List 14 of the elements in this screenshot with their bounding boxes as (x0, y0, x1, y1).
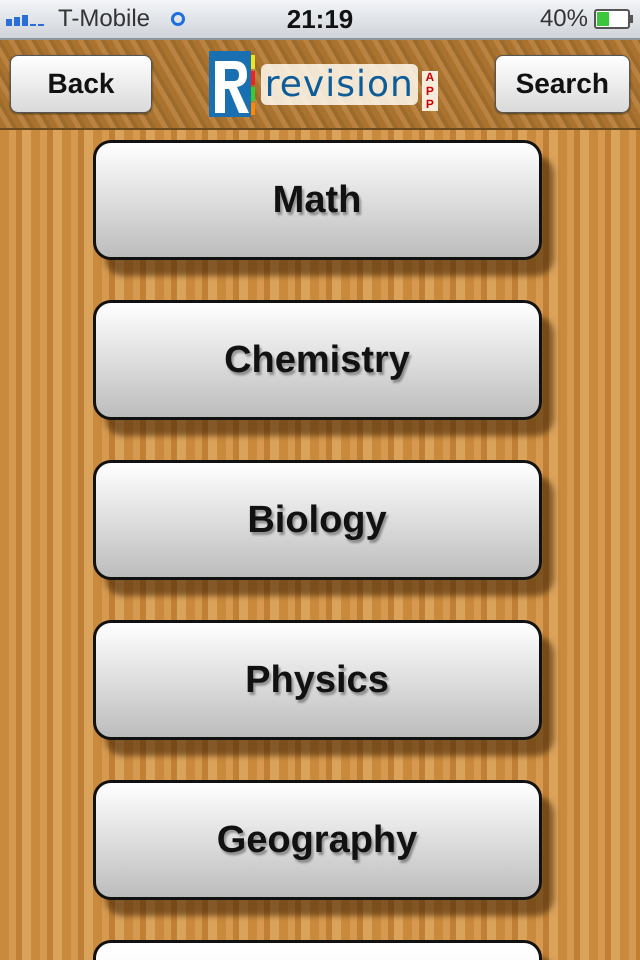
subject-button[interactable]: Physics (92, 620, 542, 740)
battery-percent: 40% (540, 5, 588, 33)
back-button[interactable]: Back (10, 55, 152, 113)
subject-button[interactable]: Geography (92, 780, 542, 900)
subject-button[interactable]: Math (92, 140, 542, 260)
search-button[interactable]: Search (494, 55, 630, 113)
logo-icon (208, 51, 257, 117)
subject-button[interactable]: Biology (92, 460, 542, 580)
logo-app-label: APP (422, 71, 438, 111)
subject-button[interactable]: Chemistry (92, 300, 542, 420)
clock: 21:19 (286, 4, 354, 34)
sync-icon (170, 11, 186, 27)
logo-text: revision (260, 64, 418, 104)
carrier-name: T-Mobile (58, 5, 150, 33)
